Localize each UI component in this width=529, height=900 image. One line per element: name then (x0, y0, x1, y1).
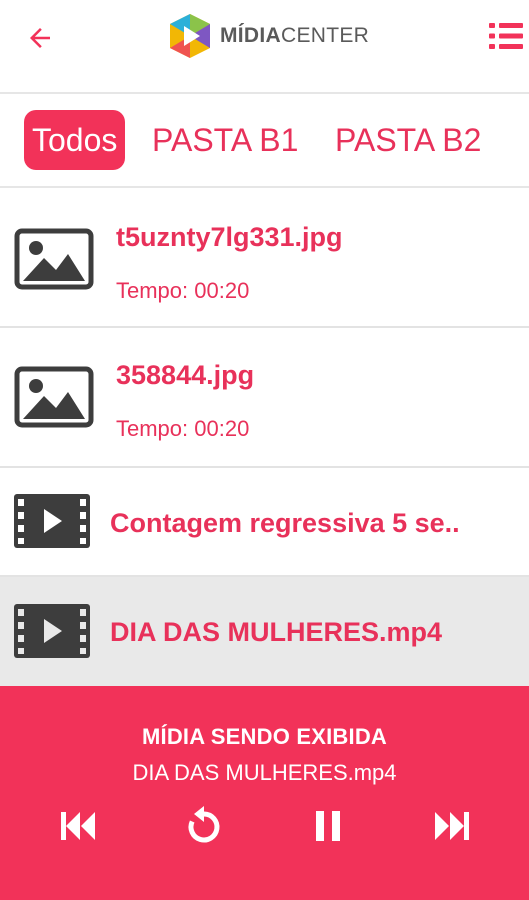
media-name: DIA DAS MULHERES.mp4 (110, 617, 443, 647)
previous-button[interactable] (54, 802, 102, 850)
arrow-left-icon (30, 28, 50, 48)
now-playing-media-name: DIA DAS MULHERES.mp4 (132, 760, 397, 785)
tab-pasta-b2[interactable]: PASTA B2 (335, 110, 481, 170)
next-button[interactable] (428, 802, 476, 850)
media-name: Contagem regressiva 5 se.. (110, 508, 460, 538)
midia-center-logo-icon (170, 14, 210, 58)
repeat-button[interactable] (180, 802, 228, 850)
skip-previous-icon (61, 812, 95, 840)
media-name: 358844.jpg (116, 360, 255, 390)
pause-icon (316, 811, 340, 841)
logo-text-light: CENTER (281, 24, 370, 47)
media-duration: Tempo: 00:20 (116, 278, 250, 303)
now-playing-panel: MÍDIA SENDO EXIBIDA DIA DAS MULHERES.mp4 (0, 686, 529, 900)
replay-icon (188, 806, 220, 843)
folder-tabs: Todos PASTA B1 PASTA B2 (0, 96, 529, 188)
media-name: t5uznty7lg331.jpg (116, 222, 343, 252)
media-list-item[interactable]: Contagem regressiva 5 se.. (0, 468, 529, 577)
media-list-item-selected[interactable]: DIA DAS MULHERES.mp4 (0, 577, 529, 686)
image-icon (14, 228, 94, 290)
media-list-item[interactable]: 358844.jpg Tempo: 00:20 (0, 328, 529, 468)
now-playing-label: MÍDIA SENDO EXIBIDA (141, 724, 387, 749)
menu-button[interactable] (484, 16, 528, 56)
skip-next-icon (435, 812, 469, 840)
tab-todos[interactable]: Todos (24, 110, 126, 170)
video-file-icon (14, 604, 90, 658)
tab-pasta-b1[interactable]: PASTA B1 (152, 110, 298, 170)
logo-wordmark: MÍDIA CENTER (220, 24, 369, 48)
list-menu-icon (489, 23, 523, 49)
video-file-icon (14, 494, 90, 548)
media-duration: Tempo: 00:20 (116, 416, 250, 441)
logo-text-bold: MÍDIA (220, 24, 281, 47)
media-list-item[interactable]: t5uznty7lg331.jpg Tempo: 00:20 (0, 190, 529, 328)
top-app-bar: MÍDIA CENTER (0, 0, 529, 94)
image-icon (14, 366, 94, 428)
pause-button[interactable] (304, 802, 352, 850)
app-logo: MÍDIA CENTER (168, 12, 369, 60)
back-button[interactable] (20, 18, 60, 58)
